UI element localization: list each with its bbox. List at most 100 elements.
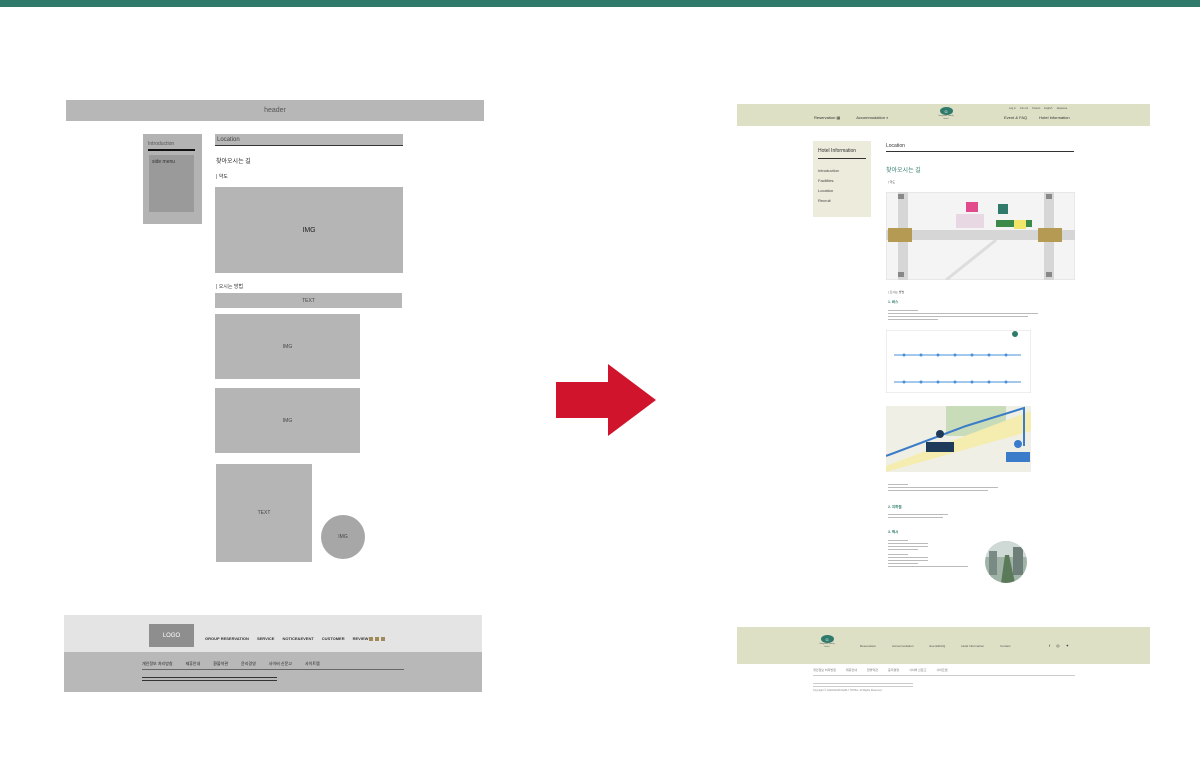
design-logo[interactable]: G Gangnam Family Hotel [933, 107, 959, 120]
design-bus-heading: 1. 버스 [888, 300, 899, 304]
wireframe-header: header [66, 100, 484, 121]
wireframe-footer-link: 사이트맵 [304, 661, 320, 666]
wireframe-logo-label: LOGO [162, 632, 181, 639]
footer-link[interactable]: 개인정보 처리방침 [813, 668, 836, 672]
design-location-title: Location [886, 143, 905, 149]
wireframe-circle-image-placeholder: IMG [321, 515, 365, 559]
wireframe-footer-divider [142, 669, 404, 670]
design-location-divider [886, 151, 1074, 152]
sidebar-item-location[interactable]: Location [818, 186, 839, 196]
wireframe-sns-icons [369, 637, 385, 641]
sidebar-item-introduction[interactable]: Introduction [818, 166, 839, 176]
design-taxi-text-lines [888, 538, 978, 569]
wireframe-header-label: header [264, 107, 286, 114]
bus-route-diagram [886, 330, 1031, 393]
wireframe-location-bar: Location [215, 134, 403, 145]
wireframe-text-label: TEXT [257, 510, 271, 516]
wireframe-footer-link: 환불약관 [213, 661, 229, 666]
wireframe-map-image-placeholder: IMG [215, 187, 403, 273]
wireframe-route-image-placeholder: IMG [215, 314, 360, 379]
wireframe-img-label: IMG [302, 226, 316, 234]
footer-nav-reservation[interactable]: Reservation [860, 644, 876, 648]
footer-nav-accommodation[interactable]: Accommodation [892, 644, 914, 648]
footer-nav-hotel-information[interactable]: Hotel Information [961, 644, 984, 648]
top-link-korean[interactable]: Korean [1032, 107, 1040, 110]
design-subway-heading: 2. 지하철 [888, 505, 902, 509]
sidebar-item-recruit[interactable]: Recruit [818, 196, 839, 206]
wireframe-find-way-heading: 찾아오시는 길 [216, 159, 251, 165]
logo-text-line2: Hotel [943, 117, 949, 120]
footer-nav-event-faq[interactable]: Event&FAQ [930, 644, 946, 648]
wireframe-footer-link: 윤리경영 [241, 661, 256, 666]
design-subway-text-lines [888, 512, 968, 520]
wireframe-footer-link: 개인정보 처리방침 [142, 661, 173, 666]
wireframe-text-placeholder: TEXT [215, 293, 402, 308]
top-link-japanese[interactable]: Japanese [1056, 107, 1067, 110]
wireframe-footer-link: 제휴안내 [185, 661, 201, 666]
logo-mark-icon: G [820, 635, 834, 643]
area-map-image [886, 406, 1031, 472]
wireframe-text-box-placeholder: TEXT [216, 464, 312, 562]
wireframe-sidebar-divider [148, 149, 195, 151]
wireframe-footer-nav-item: NOTICE&EVENT [282, 636, 314, 641]
wireframe-img-label: IMG [338, 534, 348, 540]
design-top-links: Log in Join Us Korean English Japanese [1009, 107, 1067, 110]
design-footer-logo[interactable]: G Gangnam Family Hotel [816, 635, 838, 648]
design-footer-nav: Reservation Accommodation Event&FAQ Hote… [860, 644, 1010, 648]
wireframe-footer-logo: LOGO [149, 624, 194, 647]
footer-link[interactable]: 사이트맵 [936, 668, 947, 672]
wireframe-text-label: TEXT [302, 297, 315, 304]
design-sidebar-divider [818, 158, 866, 159]
wireframe-footer-bottom [64, 652, 482, 692]
footer-link[interactable]: 사이버 신문고 [909, 668, 926, 672]
nav-hotel-information[interactable]: Hotel Information [1039, 115, 1069, 120]
twitter-icon[interactable]: ✦ [1066, 643, 1069, 648]
design-footer-divider [813, 675, 1075, 676]
design-find-way-heading: 찾아오시는 길 [886, 168, 921, 174]
hotel-photo-circle [985, 541, 1027, 583]
facebook-icon[interactable]: f [1049, 643, 1050, 648]
wireframe-sidebar-title: Introduction [148, 141, 175, 147]
wireframe-side-menu-label: side menu [152, 159, 176, 165]
top-link-english[interactable]: English [1044, 107, 1052, 110]
copyright-text: Copyright © GANGNAM FAMILY HOTEL. All Ri… [813, 689, 883, 692]
location-map-image [886, 192, 1075, 280]
sns-square-icon [381, 637, 385, 641]
top-link-login[interactable]: Log in [1009, 107, 1016, 110]
sns-square-icon [369, 637, 373, 641]
design-sidebar-menu: Introduction Facilities Location Recruit [818, 166, 839, 206]
top-accent-bar [0, 0, 1200, 7]
right-arrow-icon [556, 364, 656, 436]
wireframe-route-label: | 오시는 방법 [216, 284, 244, 290]
design-map-label: | 약도 [888, 180, 896, 184]
nav-event-faq[interactable]: Event & FAQ [1004, 115, 1027, 120]
footer-nav-contact[interactable]: Contact [1000, 644, 1010, 648]
footer-link[interactable]: 환불약관 [867, 668, 878, 672]
logo-mark-icon: G [939, 107, 953, 115]
wireframe-footer-link: 사이버 신문고 [268, 661, 292, 666]
nav-accommodation[interactable]: Accommodation ⌕ [856, 115, 888, 120]
search-icon: ⌕ [886, 115, 889, 120]
footer-link[interactable]: 윤리경영 [888, 668, 899, 672]
wireframe-footer-nav-item: GROUP RESERVATION [205, 636, 249, 641]
wireframe-location-divider [215, 145, 403, 146]
sidebar-item-facilities[interactable]: Facilities [818, 176, 839, 186]
footer-link[interactable]: 제휴안내 [846, 668, 857, 672]
wireframe-footer-nav-item: SERVICE [256, 636, 275, 641]
wireframe-location-title: Location [217, 136, 240, 143]
calendar-icon: ▦ [836, 115, 841, 120]
design-sidebar-title: Hotel Information [818, 148, 857, 154]
nav-reservation[interactable]: Reservation ▦ [814, 115, 840, 120]
instagram-icon[interactable]: ◎ [1056, 643, 1060, 648]
wireframe-footer-nav: GROUP RESERVATION SERVICE NOTICE&EVENT C… [205, 636, 368, 641]
design-taxi-heading: 3. 택시 [888, 530, 899, 534]
wireframe-img-label: IMG [282, 417, 293, 424]
wireframe-img-label: IMG [282, 343, 293, 350]
wireframe-map2-image-placeholder: IMG [215, 388, 360, 453]
logo-text-line2: Hotel [824, 645, 830, 648]
wireframe-footer-nav-item: CUSTOMER [321, 636, 345, 641]
design-map-text-lines [888, 482, 1008, 493]
wireframe-footer-text-lines [142, 677, 292, 681]
design-route-label: | 오시는 방법 [888, 290, 905, 294]
top-link-join[interactable]: Join Us [1020, 107, 1028, 110]
